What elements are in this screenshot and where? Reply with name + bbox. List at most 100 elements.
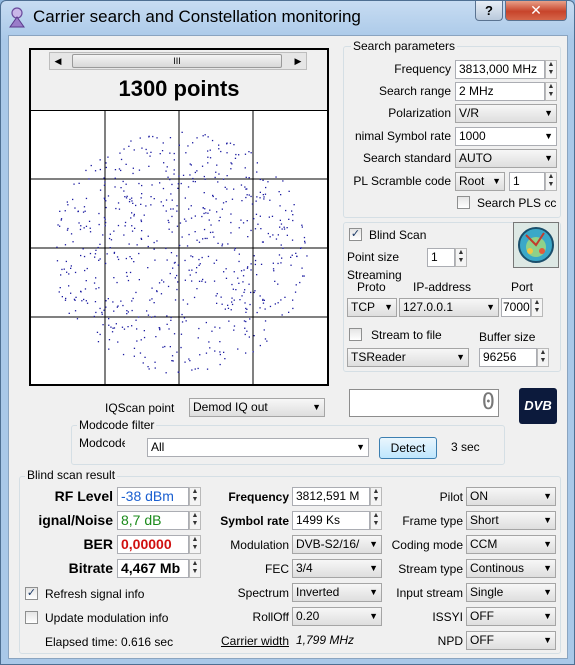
iq-point (184, 259, 186, 262)
point-size-input[interactable]: 1 (427, 248, 455, 267)
pls-type-select[interactable]: Root ▼ (455, 172, 505, 191)
iq-point (129, 271, 132, 274)
frequency-spinner[interactable]: ▲ ▼ (545, 60, 557, 79)
iq-point (263, 198, 265, 200)
scroll-thumb[interactable]: III (72, 54, 282, 68)
port-spinner[interactable]: ▲ ▼ (531, 298, 543, 317)
range-spinner[interactable]: ▲ ▼ (545, 82, 557, 101)
iq-point (166, 323, 168, 325)
satellite-image-icon[interactable] (513, 222, 559, 268)
symbol-rate-select[interactable]: 1000 ▼ (455, 127, 557, 146)
iq-point (153, 302, 155, 304)
iq-point (181, 321, 184, 323)
ber-spinner[interactable]: ▲ ▼ (189, 535, 201, 554)
update-checkbox[interactable] (25, 611, 38, 624)
modcode-select[interactable]: All ▼ (147, 438, 369, 457)
carrier-width-label[interactable]: Carrier width (205, 634, 289, 648)
signal-noise-spinner[interactable]: ▲ ▼ (189, 511, 201, 530)
iq-point (254, 228, 257, 230)
iq-point (211, 139, 214, 142)
iq-point (179, 222, 182, 224)
iq-point (105, 306, 107, 308)
blind-scan-checkbox[interactable]: ✓ (349, 228, 362, 241)
proto-select[interactable]: TCP ▼ (347, 298, 397, 317)
port-input[interactable]: 7000 (501, 298, 531, 317)
issyi-select[interactable]: OFF ▼ (466, 607, 556, 626)
standard-select[interactable]: AUTO ▼ (455, 149, 557, 168)
ip-select[interactable]: 127.0.0.1 ▼ (399, 298, 499, 317)
iq-point (213, 262, 215, 264)
search-pls-checkbox[interactable] (457, 196, 470, 209)
detect-button[interactable]: Detect (379, 437, 437, 459)
iq-point (231, 301, 233, 303)
range-input[interactable]: 2 MHz (455, 82, 545, 101)
refresh-checkbox[interactable]: ✓ (25, 587, 38, 600)
stream-type-select[interactable]: Continous ▼ (466, 559, 556, 578)
frame-type-select[interactable]: Short ▼ (466, 511, 556, 530)
iq-point (162, 346, 164, 348)
iq-point (80, 225, 82, 227)
buffer-input[interactable]: 96256 (479, 348, 537, 367)
iq-point (185, 152, 187, 154)
input-stream-select[interactable]: Single ▼ (466, 583, 556, 602)
iq-point (248, 283, 250, 285)
title-bar[interactable]: Carrier search and Constellation monitor… (1, 1, 574, 35)
iq-point (119, 152, 121, 154)
iq-point (148, 136, 150, 138)
bitrate-spinner[interactable]: ▲ ▼ (189, 559, 201, 578)
coding-mode-select[interactable]: CCM ▼ (466, 535, 556, 554)
chevron-down-icon: ▼ (543, 635, 552, 645)
rf-level-spinner[interactable]: ▲ ▼ (189, 487, 201, 506)
zoom-scrollbar[interactable]: ◀ III ▶ (49, 52, 307, 70)
iq-point (306, 255, 308, 257)
npd-select[interactable]: OFF ▼ (466, 631, 556, 650)
iq-point (169, 178, 171, 181)
iq-point (275, 176, 277, 178)
iq-point (248, 194, 250, 196)
carrier-width-value: 1,799 MHz (296, 633, 355, 647)
iq-point (181, 313, 183, 316)
symbol-result-spinner[interactable]: ▲ ▼ (370, 511, 382, 530)
freq-result-spinner[interactable]: ▲ ▼ (370, 487, 382, 506)
pls-value-input[interactable]: 1 (509, 172, 545, 191)
iq-point (133, 213, 135, 216)
polarization-select[interactable]: V/R ▼ (455, 104, 557, 123)
iq-point (151, 298, 153, 300)
modulation-select[interactable]: DVB-S2/16/ ▼ (292, 535, 382, 554)
iq-point (259, 344, 261, 347)
iq-point (247, 236, 249, 238)
pls-value-spinner[interactable]: ▲ ▼ (545, 172, 557, 191)
help-button[interactable]: ? (475, 1, 503, 21)
iq-point (93, 282, 96, 284)
iq-point (138, 252, 140, 255)
reader-select[interactable]: TSReader ▼ (347, 348, 469, 367)
iq-point (149, 299, 151, 301)
iq-point (170, 316, 172, 319)
rolloff-select[interactable]: 0.20 ▼ (292, 607, 382, 626)
point-size-spinner[interactable]: ▲ ▼ (455, 248, 467, 267)
iq-point (210, 224, 212, 226)
iq-point (214, 176, 216, 179)
close-button[interactable]: ✕ (505, 1, 567, 21)
scroll-left-icon[interactable]: ◀ (50, 53, 66, 69)
iq-point (212, 194, 214, 197)
iq-point (198, 241, 201, 243)
scroll-right-icon[interactable]: ▶ (290, 53, 306, 69)
fec-select[interactable]: 3/4 ▼ (292, 559, 382, 578)
iq-point (127, 279, 130, 282)
iq-point (131, 200, 133, 202)
iq-point (57, 224, 59, 226)
iqscan-select[interactable]: Demod IQ out ▼ (189, 398, 325, 417)
pilot-select[interactable]: ON ▼ (466, 487, 556, 506)
iq-point (218, 220, 220, 222)
buffer-spinner[interactable]: ▲ ▼ (537, 348, 549, 367)
iq-point (219, 216, 221, 218)
iq-point (288, 190, 290, 192)
iq-point (223, 351, 225, 353)
stream-to-file-checkbox[interactable] (349, 328, 362, 341)
iq-point (280, 223, 283, 225)
frequency-input[interactable]: 3813,000 MHz (455, 60, 545, 79)
detect-seconds[interactable]: 3 sec (447, 438, 485, 457)
spectrum-select[interactable]: Inverted ▼ (292, 583, 382, 602)
chevron-down-icon: ▼ (369, 611, 378, 621)
